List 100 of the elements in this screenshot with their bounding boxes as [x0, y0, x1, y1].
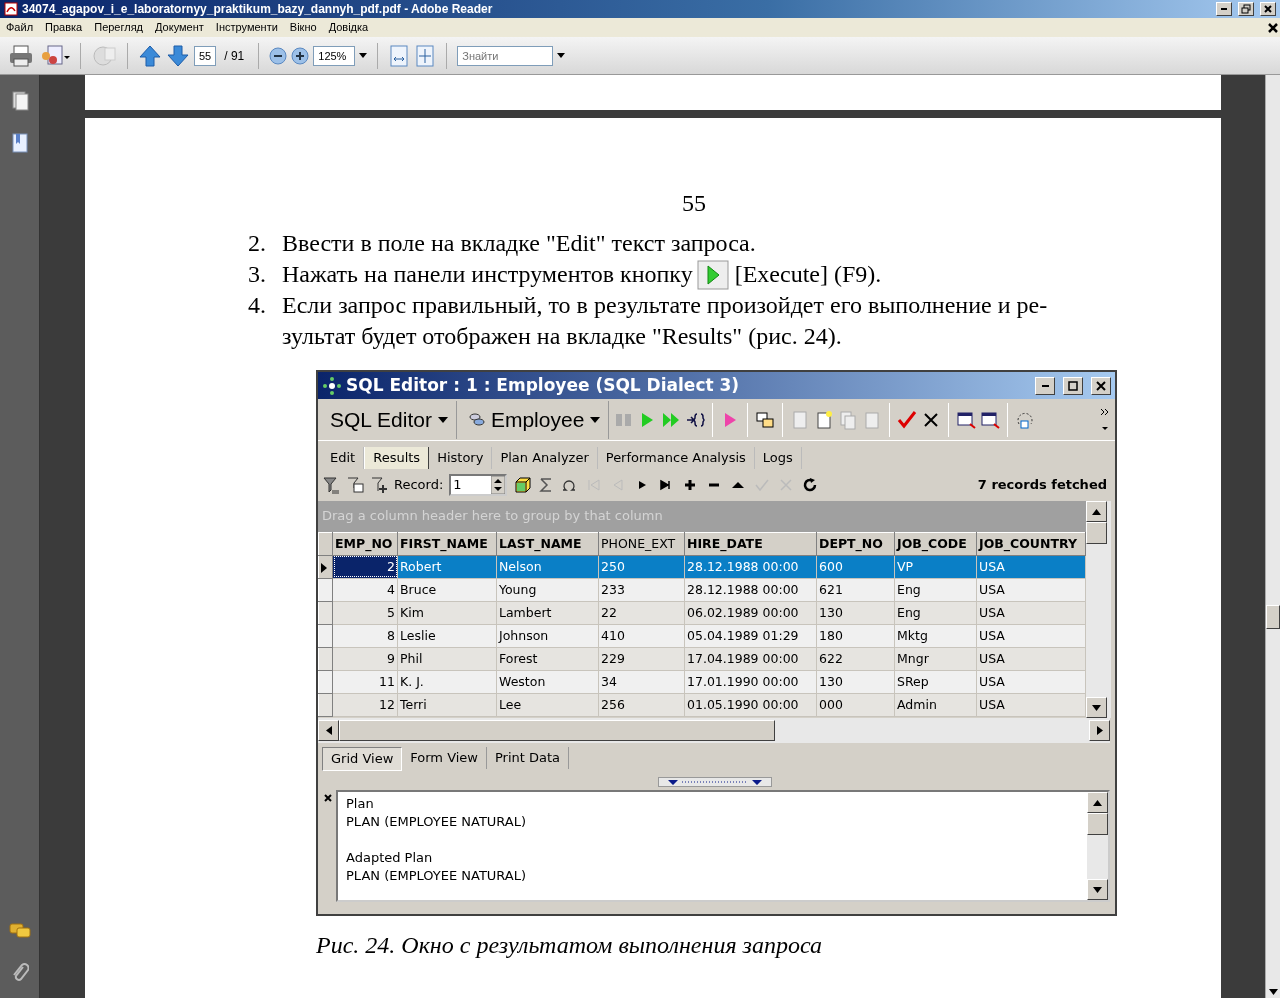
menu-item[interactable]: Документ	[149, 19, 210, 36]
printer-icon[interactable]	[8, 43, 34, 68]
table-cell: 17.01.1990 00:00	[684, 670, 817, 694]
down-arrow-icon[interactable]	[166, 43, 190, 68]
cube-icon[interactable]	[513, 476, 532, 494]
up-arrow-icon[interactable]	[138, 43, 162, 68]
tab[interactable]: Logs	[754, 447, 802, 469]
table-row[interactable]: 2 Robert Nelson 250 28.12.1988 00:00 600 VP USA	[318, 555, 1086, 579]
grid-export-icon[interactable]	[956, 409, 977, 430]
table-row[interactable]: 12 Terri Lee 256 01.05.1990 00:00 000 Admin USA	[318, 693, 1086, 717]
table-cell: 28.12.1988 00:00	[684, 555, 817, 579]
speech-bubbles-icon[interactable]	[8, 922, 31, 940]
splitter-handle-icon[interactable]	[658, 777, 772, 787]
menu-item[interactable]: Довідка	[322, 19, 375, 36]
window-title: 34074_agapov_i_e_laboratornyy_praktikum_bazy_dannyh_pdf.pdf - Adobe Reader	[22, 1, 494, 18]
column-header[interactable]: JOB_COUNTRY	[976, 532, 1086, 556]
record-label: Record:	[394, 477, 444, 493]
scrollbar-thumb[interactable]	[1087, 813, 1108, 835]
vertical-scrollbar[interactable]	[1086, 501, 1111, 718]
table-cell: 01.05.1990 00:00	[684, 693, 817, 717]
dropdown-caret-icon[interactable]	[557, 52, 566, 59]
maximize-icon	[1068, 380, 1078, 391]
scroll-right-icon[interactable]	[1096, 726, 1103, 735]
minimize-button[interactable]	[1216, 2, 1232, 16]
scroll-down-icon[interactable]	[1093, 886, 1102, 893]
scrollbar-thumb[interactable]	[1266, 605, 1280, 629]
caret-icon	[437, 416, 448, 423]
editor-title: SQL Editor : 1 : Employee (SQL Dialect 3)	[346, 375, 741, 396]
zoom-field[interactable]: 125%	[313, 45, 356, 66]
windows-icon[interactable]	[755, 409, 776, 430]
menu-item[interactable]: Вікно	[283, 19, 323, 36]
table-row[interactable]: 4 Bruce Young 233 28.12.1988 00:00 621 Eng USA	[318, 578, 1086, 602]
pages-icon[interactable]	[10, 91, 29, 111]
maximize-button[interactable]	[1063, 376, 1083, 395]
scroll-down-icon[interactable]	[1092, 704, 1101, 711]
search-field[interactable]: Знайти	[457, 45, 554, 66]
page-number-field[interactable]: 55	[194, 45, 217, 66]
scrollbar-thumb[interactable]	[339, 720, 775, 741]
scroll-left-icon[interactable]	[325, 726, 332, 735]
scroll-up-icon[interactable]	[1092, 508, 1101, 515]
scroll-down-icon[interactable]	[1269, 989, 1278, 995]
column-header[interactable]: HIRE_DATE	[684, 532, 817, 556]
column-header[interactable]: LAST_NAME	[496, 532, 599, 556]
close-button[interactable]	[1260, 2, 1276, 16]
plan-text: PLAN (EMPLOYEE NATURAL)	[346, 867, 528, 885]
menu-item[interactable]: Правка	[39, 19, 89, 36]
filter-icon[interactable]	[322, 476, 340, 494]
bookmarks-icon[interactable]	[10, 133, 29, 155]
column-header[interactable]: PHONE_EXT	[598, 532, 685, 556]
scrollbar-thumb[interactable]	[1086, 522, 1107, 544]
zoom-out-icon[interactable]	[269, 46, 288, 65]
view-tab[interactable]: Grid View	[322, 747, 403, 771]
tab[interactable]: Plan Analyzer	[492, 447, 598, 469]
minimize-button[interactable]	[1035, 376, 1055, 395]
table-cell: 28.12.1988 00:00	[684, 578, 817, 602]
list-item-text: Ввести в поле на вкладке "Edit" текст запроса.	[282, 229, 756, 258]
paperclip-icon[interactable]	[10, 962, 29, 984]
column-header[interactable]: FIRST_NAME	[397, 532, 497, 556]
view-tab[interactable]: Form View	[402, 747, 487, 769]
play-button-icon	[696, 259, 729, 290]
table-row[interactable]: 9 Phil Forest 229 17.04.1989 00:00 622 Mngr USA	[318, 647, 1086, 671]
new-document-icon[interactable]	[814, 409, 835, 430]
editor-dropdown[interactable]: SQL Editor	[322, 400, 457, 439]
chevron-icon[interactable]	[1099, 406, 1111, 433]
check-icon[interactable]	[897, 409, 918, 430]
menu-item[interactable]: Перегляд	[88, 19, 150, 36]
table-row[interactable]: 11 K. J. Weston 34 17.01.1990 00:00 130 SRep USA	[318, 670, 1086, 694]
dropdown-caret-icon[interactable]	[359, 52, 368, 59]
vertical-scrollbar[interactable]	[1087, 792, 1108, 900]
restore-button[interactable]	[1238, 2, 1254, 16]
menu-item[interactable]: Файл	[0, 19, 40, 36]
zoom-in-icon[interactable]	[291, 46, 310, 65]
close-button[interactable]	[1091, 376, 1111, 395]
list-item-text: Если запрос правильный, то в результате произойдет его выполнение и ре- зультат будет отображен на вкладке "Results" (рис. 24).	[282, 291, 1048, 351]
horizontal-scrollbar[interactable]	[318, 718, 1110, 743]
scroll-up-icon[interactable]	[1093, 799, 1102, 806]
database-dropdown[interactable]: Employee	[460, 400, 610, 439]
globe-icon	[91, 43, 117, 68]
plan-title: Plan	[346, 795, 375, 813]
tab[interactable]: History	[429, 447, 493, 469]
pdf-file-icon	[4, 2, 18, 16]
table-row[interactable]: 8 Leslie Johnson 410 05.04.1989 01:29 180 Mktg USA	[318, 624, 1086, 648]
page-total: / 91	[223, 47, 246, 65]
filter-add-icon[interactable]	[370, 476, 388, 494]
tab[interactable]: Results	[364, 447, 430, 469]
table-cell: 17.04.1989 00:00	[684, 647, 817, 671]
spinner-icon[interactable]	[491, 476, 506, 494]
column-header[interactable]: EMP_NO	[332, 532, 398, 556]
table-row[interactable]: 5 Kim Lambert 22 06.02.1989 00:00 130 Eng USA	[318, 601, 1086, 625]
grid-export-icon[interactable]	[980, 409, 1001, 430]
tab[interactable]: Performance Analysis	[597, 447, 755, 469]
close-icon[interactable]	[324, 794, 332, 802]
vertical-scrollbar[interactable]	[1265, 75, 1280, 998]
view-tab[interactable]: Print Data	[487, 747, 570, 769]
close-icon[interactable]	[1266, 21, 1280, 34]
column-header[interactable]: JOB_CODE	[894, 532, 977, 556]
record-field[interactable]: 1	[449, 474, 508, 496]
column-header[interactable]: DEPT_NO	[816, 532, 895, 556]
menu-item[interactable]: Інструменти	[209, 19, 284, 36]
plan-title: Adapted Plan	[346, 849, 434, 867]
